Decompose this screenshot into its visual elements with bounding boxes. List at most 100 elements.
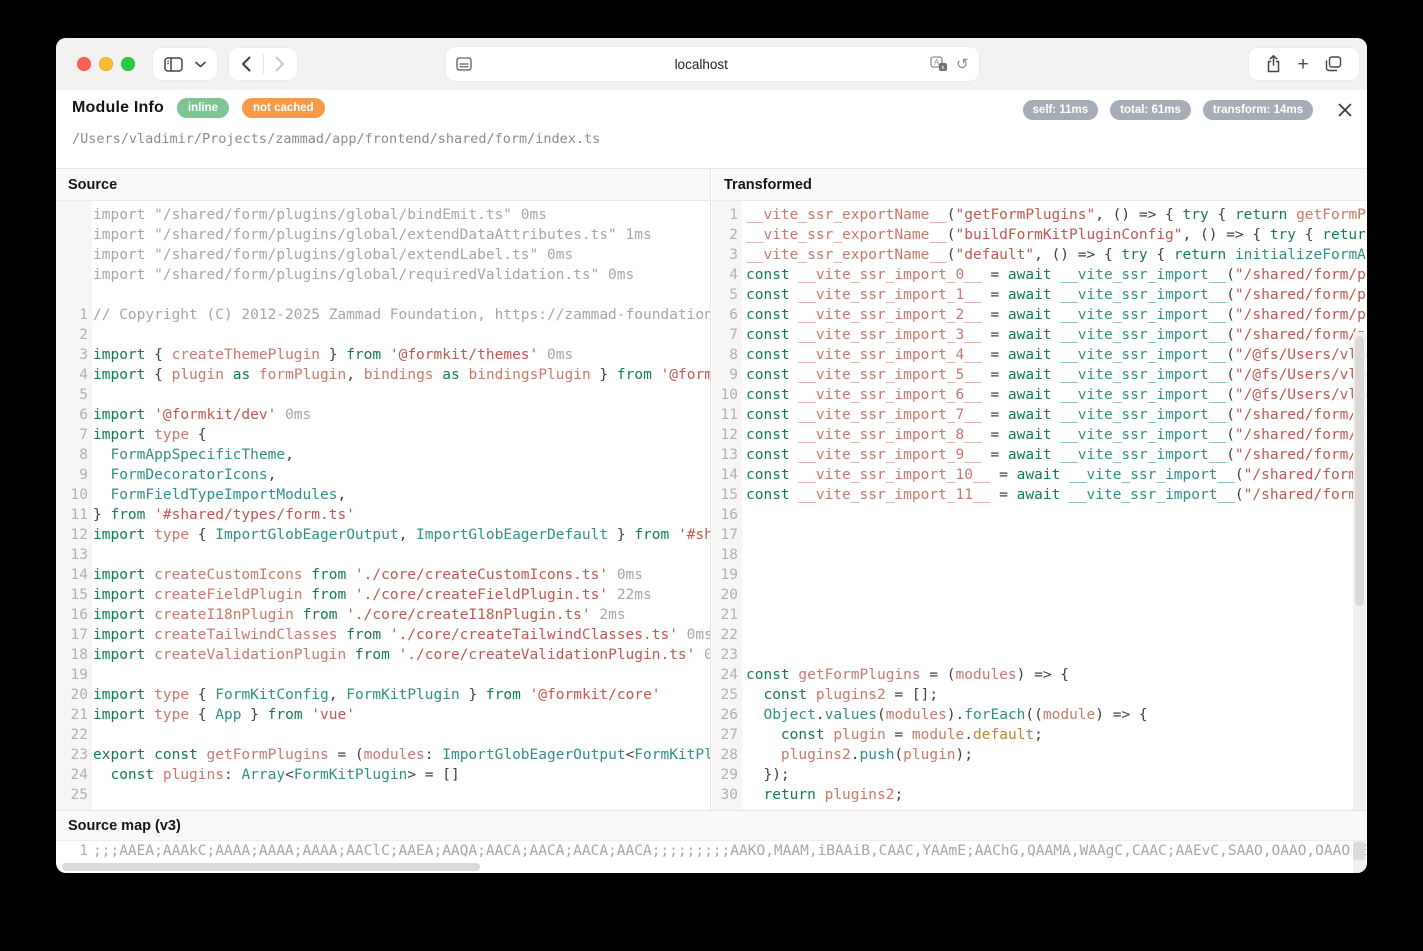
code-line: 10 FormFieldTypeImportModules, — [56, 485, 710, 505]
transformed-code: 1__vite_ssr_exportName__("getFormPlugins… — [712, 201, 1367, 811]
line-number: 20 — [56, 685, 88, 705]
sidebar-button-group — [152, 47, 218, 81]
line-number — [56, 245, 88, 265]
forward-icon[interactable] — [275, 56, 285, 72]
code-line: 24 const plugins: Array<FormKitPlugin> =… — [56, 765, 710, 785]
code-line: 6import '@formkit/dev' 0ms — [56, 405, 710, 425]
line-number: 1 — [712, 205, 738, 225]
module-header: Module Info inline not cached — [72, 98, 325, 118]
code-line: 11} from '#shared/types/form.ts' — [56, 505, 710, 525]
code-line: import "/shared/form/plugins/global/exte… — [56, 245, 710, 265]
code-line: 3import { createThemePlugin } from '@for… — [56, 345, 710, 365]
code-line: 21 — [712, 605, 1367, 625]
code-line: 2 — [56, 325, 710, 345]
code-line: 7import type { — [56, 425, 710, 445]
self-time-badge: self: 11ms — [1023, 100, 1099, 120]
browser-window: localhost Ax ↻ + Module Info inline not … — [56, 38, 1367, 873]
line-number: 12 — [56, 525, 88, 545]
source-panel-title: Source — [56, 169, 710, 201]
code-line: 18import createValidationPlugin from './… — [56, 645, 710, 665]
sourcemap-line: 1 ;;;AAEA;AAAkC;AAAA;AAAA;AAAA;AAClC;AAE… — [56, 841, 1367, 862]
source-panel: Source import "/shared/form/plugins/glob… — [56, 169, 711, 811]
line-number: 18 — [56, 645, 88, 665]
line-number: 29 — [712, 765, 738, 785]
line-number: 1 — [56, 841, 88, 862]
code-line: 1__vite_ssr_exportName__("getFormPlugins… — [712, 205, 1367, 225]
nav-button-group — [228, 47, 298, 81]
sourcemap-horizontal-scrollbar[interactable] — [62, 863, 480, 871]
code-line: 5 — [56, 385, 710, 405]
code-line: 13 — [56, 545, 710, 565]
source-code: import "/shared/form/plugins/global/bind… — [56, 201, 710, 811]
code-line: 29 }); — [712, 765, 1367, 785]
code-line: 14const __vite_ssr_import_10__ = await _… — [712, 465, 1367, 485]
code-line: 8 FormAppSpecificTheme, — [56, 445, 710, 465]
code-line: 26 Object.values(modules).forEach((modul… — [712, 705, 1367, 725]
line-number: 7 — [712, 325, 738, 345]
code-line: import "/shared/form/plugins/global/requ… — [56, 265, 710, 285]
code-line: 4import { plugin as formPlugin, bindings… — [56, 365, 710, 385]
code-line: 4const __vite_ssr_import_0__ = await __v… — [712, 265, 1367, 285]
line-number: 4 — [712, 265, 738, 285]
timing-stats: self: 11ms total: 61ms transform: 14ms — [1023, 100, 1353, 120]
share-icon[interactable] — [1266, 55, 1281, 73]
code-line: 7const __vite_ssr_import_3__ = await __v… — [712, 325, 1367, 345]
traffic-zoom-button[interactable] — [121, 57, 135, 71]
sidebar-icon[interactable] — [164, 57, 183, 72]
code-line: 9 FormDecoratorIcons, — [56, 465, 710, 485]
line-number: 2 — [56, 325, 88, 345]
code-line: 10const __vite_ssr_import_6__ = await __… — [712, 385, 1367, 405]
sourcemap-vertical-scrollbar[interactable] — [1353, 842, 1365, 860]
line-number: 16 — [712, 505, 738, 525]
line-number: 15 — [712, 485, 738, 505]
new-tab-icon[interactable]: + — [1297, 55, 1308, 74]
code-line: 28 plugins2.push(plugin); — [712, 745, 1367, 765]
module-file-path: /Users/vladimir/Projects/zammad/app/fron… — [72, 131, 600, 147]
code-line: 25 — [56, 785, 710, 805]
url-text: localhost — [472, 57, 930, 72]
line-number: 12 — [712, 425, 738, 445]
address-bar[interactable]: localhost Ax ↻ — [445, 46, 980, 82]
reader-icon[interactable] — [456, 57, 472, 71]
code-line: 16 — [712, 505, 1367, 525]
code-panels: Source import "/shared/form/plugins/glob… — [56, 168, 1367, 810]
traffic-minimize-button[interactable] — [99, 57, 113, 71]
code-line: 20import type { FormKitConfig, FormKitPl… — [56, 685, 710, 705]
line-number: 17 — [56, 625, 88, 645]
code-line: 25 const plugins2 = []; — [712, 685, 1367, 705]
sourcemap-section: Source map (v3) 1 ;;;AAEA;AAAkC;AAAA;AAA… — [56, 810, 1367, 873]
line-number: 27 — [712, 725, 738, 745]
translate-icon[interactable]: Ax — [930, 56, 948, 72]
code-line: 8const __vite_ssr_import_4__ = await __v… — [712, 345, 1367, 365]
traffic-close-button[interactable] — [77, 57, 91, 71]
line-number: 10 — [712, 385, 738, 405]
code-line: 21import type { App } from 'vue' — [56, 705, 710, 725]
line-number: 17 — [712, 525, 738, 545]
line-number: 8 — [56, 445, 88, 465]
chevron-down-icon[interactable] — [195, 61, 206, 68]
code-line: 30 return plugins2; — [712, 785, 1367, 805]
code-line: 11const __vite_ssr_import_7__ = await __… — [712, 405, 1367, 425]
sourcemap-mappings: ;;;AAEA;AAAkC;AAAA;AAAA;AAAA;AAClC;AAEA;… — [93, 841, 1367, 862]
reload-icon[interactable]: ↻ — [956, 55, 969, 73]
transformed-panel-title: Transformed — [712, 169, 1367, 201]
close-icon[interactable] — [1337, 102, 1353, 118]
line-number: 10 — [56, 485, 88, 505]
transform-time-badge: transform: 14ms — [1203, 100, 1313, 120]
transformed-vertical-scrollbar[interactable] — [1355, 336, 1364, 606]
code-line: 22 — [56, 725, 710, 745]
back-icon[interactable] — [241, 56, 251, 72]
code-line: 27 const plugin = module.default; — [712, 725, 1367, 745]
code-line: 1// Copyright (C) 2012-2025 Zammad Found… — [56, 305, 710, 325]
code-line: 20 — [712, 585, 1367, 605]
code-line: 18 — [712, 545, 1367, 565]
line-number: 11 — [56, 505, 88, 525]
code-line: import "/shared/form/plugins/global/exte… — [56, 225, 710, 245]
line-number: 11 — [712, 405, 738, 425]
line-number: 9 — [56, 465, 88, 485]
code-line: 17import createTailwindClasses from './c… — [56, 625, 710, 645]
code-line: 16import createI18nPlugin from './core/c… — [56, 605, 710, 625]
line-number: 21 — [712, 605, 738, 625]
line-number: 30 — [712, 785, 738, 805]
tabs-overview-icon[interactable] — [1325, 56, 1342, 72]
